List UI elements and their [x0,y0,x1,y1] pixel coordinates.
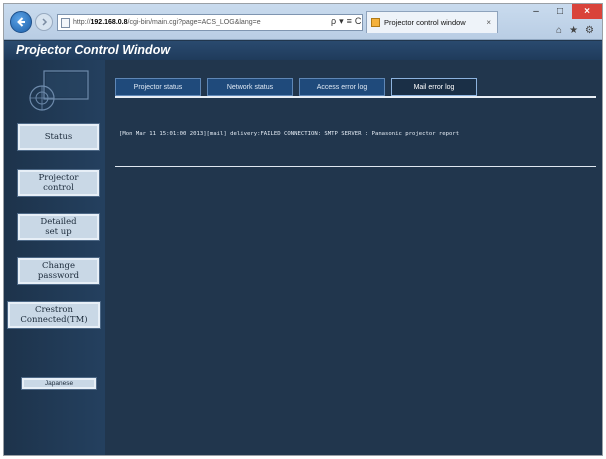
tab-label: Projector status [133,83,183,91]
tab-access-error-log[interactable]: Access error log [299,78,385,96]
minimize-button[interactable]: – [524,4,548,19]
tab-label: Access error log [316,83,368,91]
sidebar-item-label: Crestron Connected(TM) [20,305,88,325]
compat-view-icon[interactable]: ≡ [347,15,352,28]
projector-logo-icon [29,70,89,111]
favicon-icon [371,18,380,27]
url-path: /cgi-bin/main.cgi?page=ACS_LOG&lang=e [127,19,261,26]
browser-tab[interactable]: Projector control window × [366,11,498,33]
browser-window: http:// 192.168.0.8 /cgi-bin/main.cgi?pa… [3,3,603,456]
url-host: 192.168.0.8 [90,19,128,26]
browser-toolbar: http:// 192.168.0.8 /cgi-bin/main.cgi?pa… [4,4,602,40]
language-label: Japanese [44,379,74,387]
sidebar-item-detailed-set-up[interactable]: Detailed set up [17,213,100,241]
sidebar-item-label: Change password [37,261,80,281]
log-entry: [Mon Mar 11 15:01:00 2013][mail] deliver… [119,131,460,137]
sidebar-item-label: Detailed set up [40,217,77,237]
settings-icon[interactable]: ⚙ [585,25,594,36]
main-panel: Projector status Network status Access e… [105,60,602,455]
sidebar-item-projector-control[interactable]: Projector control [17,169,100,197]
tab-label: Mail error log [413,83,455,91]
maximize-button[interactable]: □ [548,4,572,19]
browser-icons: ⌂ ★ ⚙ [556,25,594,36]
sidebar-item-change-password[interactable]: Change password [17,257,100,285]
tab-title: Projector control window [384,18,466,27]
tab-bar: Projector status Network status Access e… [115,78,483,96]
arrow-right-icon [42,18,48,26]
language-button[interactable]: Japanese [21,377,97,390]
url-prefix: http:// [73,19,91,26]
tab-close-icon[interactable]: × [486,18,491,27]
sidebar-item-label: Projector control [38,173,79,193]
sidebar-item-status[interactable]: Status [17,123,100,151]
dropdown-icon[interactable]: ▾ [339,15,344,28]
tab-mail-error-log[interactable]: Mail error log [391,78,477,96]
back-button[interactable] [10,11,32,33]
sidebar-item-crestron-connected[interactable]: Crestron Connected(TM) [7,301,101,329]
search-icon[interactable]: ρ [331,15,336,28]
favorites-icon[interactable]: ★ [569,25,578,36]
tab-label: Network status [226,83,274,91]
tab-projector-status[interactable]: Projector status [115,78,201,96]
address-tools: ρ ▾ ≡ C [331,15,361,28]
home-icon[interactable]: ⌂ [556,25,562,36]
tab-network-status[interactable]: Network status [207,78,293,96]
tab-underline [115,96,596,98]
address-bar[interactable]: http:// 192.168.0.8 /cgi-bin/main.cgi?pa… [57,14,363,31]
arrow-left-icon [17,17,25,27]
sidebar: Status Projector control Detailed set up… [4,60,105,455]
sidebar-item-label: Status [44,132,73,142]
window-controls: – □ × [524,4,602,19]
divider [115,166,596,167]
refresh-icon[interactable]: C [355,15,362,28]
page-title: Projector Control Window [4,41,602,60]
page-icon [61,17,70,28]
forward-button[interactable] [35,13,53,31]
close-button[interactable]: × [572,4,602,19]
